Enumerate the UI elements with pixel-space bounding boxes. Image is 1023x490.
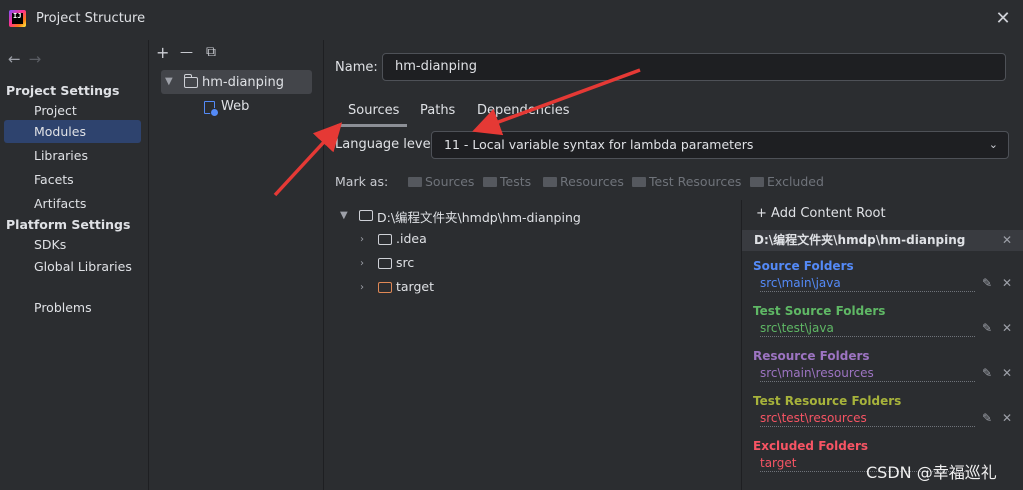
source-folder-path[interactable]: src\main\java [760,276,975,292]
window-title: Project Structure [36,11,146,26]
tree-item-target[interactable]: target [396,279,434,294]
sidebar-item-global-libraries[interactable]: Global Libraries [4,255,141,278]
sidebar-item-problems[interactable]: Problems [4,296,141,319]
sidebar-item-facets[interactable]: Facets [4,168,141,191]
mark-as-excluded-button[interactable]: Excluded [750,174,824,189]
tab-dependencies[interactable]: Dependencies [477,103,570,118]
watermark: CSDN @幸福巡礼 [866,463,997,482]
test-source-folders-title: Test Source Folders [753,304,886,318]
tab-sources[interactable]: Sources [348,103,399,118]
tree-item-idea[interactable]: .idea [396,231,427,246]
edit-icon[interactable]: ✎ [982,411,992,425]
sidebar-item-artifacts[interactable]: Artifacts [4,192,141,215]
test-resource-folders-title: Test Resource Folders [753,394,902,408]
module-tree-pane: + — ⧉ ▼ hm-dianping Web [150,40,324,490]
excluded-folder-icon [378,282,392,293]
source-folders-title: Source Folders [753,259,854,273]
test-source-folder-path[interactable]: src\test\java [760,321,975,337]
mark-as-label: Mark as: [335,174,389,189]
folder-icon [378,258,392,269]
chevron-down-icon: ⌄ [988,138,998,151]
remove-root-icon[interactable]: ✕ [1002,230,1012,251]
resource-folder-path[interactable]: src\main\resources [760,366,975,382]
content-root-header: D:\编程文件夹\hmdp\hm-dianping ✕ [742,230,1023,251]
chevron-right-icon[interactable]: › [360,282,364,293]
tree-root-path[interactable]: D:\编程文件夹\hmdp\hm-dianping [377,207,581,226]
close-icon[interactable]: ✕ [1002,366,1012,380]
forward-arrow-icon[interactable]: → [29,50,42,68]
back-arrow-icon[interactable]: ← [8,50,21,68]
intellij-app-icon: IJ [9,10,26,27]
edit-icon[interactable]: ✎ [982,321,992,335]
sidebar-item-libraries[interactable]: Libraries [4,144,141,167]
mark-as-tests-button[interactable]: Tests [483,174,531,189]
remove-icon[interactable]: — [180,45,193,60]
test-resource-folder-path[interactable]: src\test\resources [760,411,975,427]
copy-icon[interactable]: ⧉ [206,44,216,60]
module-name-label: hm-dianping [202,75,285,90]
language-level-select[interactable]: 11 - Local variable syntax for lambda pa… [431,131,1009,159]
settings-sidebar: ← → Project Settings Project Modules Libr… [0,40,149,490]
sidebar-item-sdks[interactable]: SDKs [4,233,141,256]
chevron-down-icon[interactable]: ▼ [165,76,173,87]
close-icon[interactable]: ✕ [1002,411,1012,425]
history-navigation: ← → [8,50,41,68]
folder-icon [543,177,557,187]
add-icon[interactable]: + [156,43,169,62]
folder-icon [359,210,373,221]
mark-as-sources-button[interactable]: Sources [408,174,474,189]
language-level-label: Language level: [335,137,439,152]
folder-icon [378,234,392,245]
add-content-root-button[interactable]: + Add Content Root [756,206,886,221]
excluded-folders-title: Excluded Folders [753,439,869,453]
folder-icon [750,177,764,187]
content-root-path: D:\编程文件夹\hmdp\hm-dianping [754,233,966,247]
mark-as-test-resources-button[interactable]: Test Resources [632,174,741,189]
folder-icon [408,177,422,187]
close-icon[interactable]: ✕ [1002,276,1012,290]
active-tab-indicator [337,124,407,127]
title-bar: IJ Project Structure ✕ [0,0,1023,40]
content-roots-panel: + Add Content Root D:\编程文件夹\hmdp\hm-dian… [741,200,1023,490]
chevron-right-icon[interactable]: › [360,234,364,245]
chevron-right-icon[interactable]: › [360,258,364,269]
resource-folders-title: Resource Folders [753,349,870,363]
module-folder-icon [183,74,198,88]
sidebar-item-project[interactable]: Project [4,99,141,122]
sidebar-item-modules[interactable]: Modules [4,120,141,143]
close-icon[interactable]: ✕ [993,9,1013,29]
tree-item-src[interactable]: src [396,255,414,270]
name-label: Name: [335,60,378,75]
close-icon[interactable]: ✕ [1002,321,1012,335]
chevron-down-icon[interactable]: ▼ [340,210,348,221]
mark-as-resources-button[interactable]: Resources [543,174,624,189]
web-facet-icon [204,101,219,117]
module-name-input[interactable]: hm-dianping [382,53,1006,81]
project-settings-header: Project Settings [6,83,120,98]
platform-settings-header: Platform Settings [6,217,131,232]
language-level-value: 11 - Local variable syntax for lambda pa… [444,137,754,152]
tab-paths[interactable]: Paths [420,103,455,118]
content-root-file-tree: ▼ D:\编程文件夹\hmdp\hm-dianping › .idea › sr… [325,200,740,490]
edit-icon[interactable]: ✎ [982,366,992,380]
web-facet-label[interactable]: Web [221,99,249,114]
edit-icon[interactable]: ✎ [982,276,992,290]
folder-icon [483,177,497,187]
folder-icon [632,177,646,187]
